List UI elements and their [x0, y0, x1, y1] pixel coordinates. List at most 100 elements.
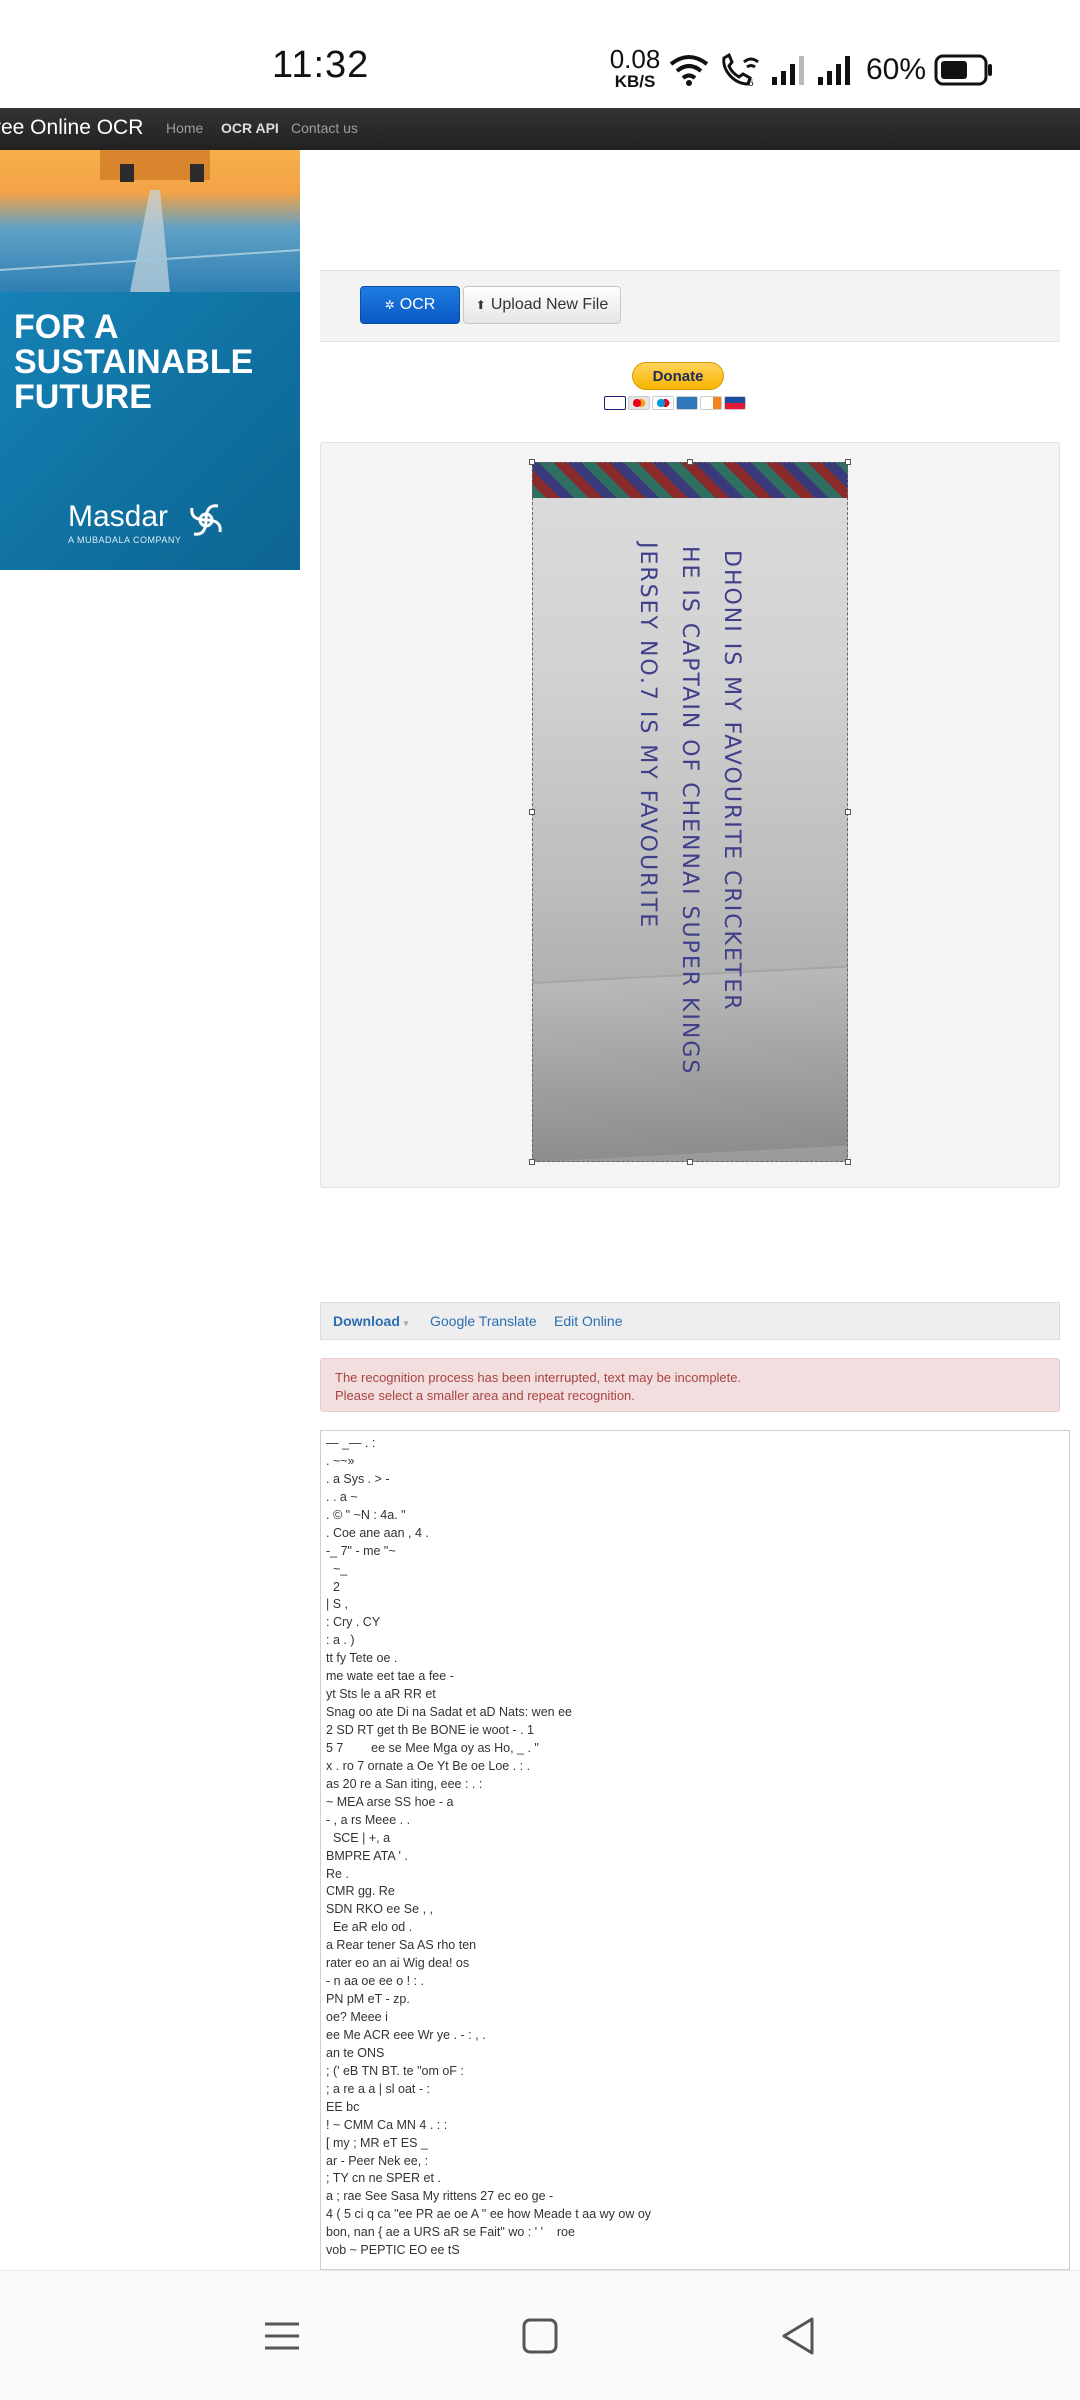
paypal-card-icon — [724, 396, 746, 410]
ocr-button[interactable]: ✲ OCR — [360, 286, 460, 324]
result-line: BMPRE ATA ' . — [326, 1848, 408, 1863]
result-line: rater eo an ai Wig dea! os — [326, 1956, 470, 1971]
network-speed: 0.08 KB/S — [600, 46, 670, 90]
crop-handle-n[interactable] — [687, 459, 693, 465]
result-line: ~ MEA arse SS hoe - a — [326, 1794, 454, 1809]
result-line: SDN RKO ee Se , , — [326, 1902, 433, 1917]
crop-handle-ne[interactable] — [845, 459, 851, 465]
result-line: EE bc — [326, 2099, 360, 2114]
upload-icon: ⬆ — [475, 298, 486, 312]
masdar-logo-icon — [190, 504, 222, 536]
crop-handle-w[interactable] — [529, 809, 535, 815]
result-line: bon, nan { ae a URS aR se Fait" wo : ' '… — [326, 2225, 575, 2240]
result-line: Ee aR elo od . — [326, 1920, 413, 1935]
result-line: x . ro 7 ornate a Oe Yt Be oe Loe . : . — [326, 1758, 531, 1773]
menu-icon[interactable] — [262, 2316, 302, 2356]
crop-handle-nw[interactable] — [529, 459, 535, 465]
status-bar: 11:32 0.08 KB/S 6 60% — [0, 0, 1080, 108]
result-line: . a Sys . > - — [326, 1471, 390, 1486]
network-speed-unit: KB/S — [614, 72, 656, 91]
upload-new-file-button[interactable]: ⬆ Upload New File — [463, 286, 621, 324]
result-line: ! ~ CMM Ca MN 4 . : : — [326, 2117, 448, 2132]
result-line: ; TY cn ne SPER et . — [326, 2171, 441, 2186]
edit-online-link[interactable]: Edit Online — [554, 1313, 622, 1329]
signal-1-icon — [772, 56, 804, 85]
system-nav-bar — [0, 2270, 1080, 2400]
crop-selection[interactable] — [532, 462, 848, 1162]
amex-icon — [676, 396, 698, 410]
crop-handle-s[interactable] — [687, 1159, 693, 1165]
back-icon[interactable] — [778, 2315, 818, 2357]
result-line: yt Sts le a aR RR et — [326, 1687, 436, 1702]
upload-button-label: Upload New File — [490, 296, 609, 313]
nav-link-contact[interactable]: Contact us — [291, 120, 358, 136]
result-line: Snag oo ate Di na Sadat et aD Nats: wen … — [326, 1705, 572, 1720]
crop-handle-sw[interactable] — [529, 1159, 535, 1165]
result-line: : Cry . CY — [326, 1615, 381, 1630]
result-line: PN pM eT - zp. — [326, 1992, 410, 2007]
result-line: tt fy Tete oe . — [326, 1651, 398, 1666]
result-line: ~_ — [326, 1561, 348, 1576]
maestro-icon — [652, 396, 674, 410]
result-line: ; a re a a | sl oat - : — [326, 2081, 430, 2096]
result-line: . ~~» — [326, 1453, 355, 1468]
result-line: vob ~ PEPTIC EO ee tS — [326, 2243, 460, 2258]
result-line: 4 ( 5 ci q ca "ee PR ae oe A " ee how Me… — [326, 2207, 652, 2222]
alert-line-2: Please select a smaller area and repeat … — [335, 1388, 635, 1403]
svg-text:6: 6 — [748, 79, 754, 88]
wifi-icon — [669, 55, 709, 86]
top-navbar: ree Online OCR Home OCR API Contact us — [0, 108, 1080, 150]
result-line: as 20 re a San iting, eee : . : — [326, 1776, 483, 1791]
result-line: an te ONS — [326, 2045, 385, 2060]
ad-subtitle: A MUBADALA COMPANY — [68, 535, 182, 545]
result-line: : a . ) — [326, 1633, 355, 1648]
donate-button[interactable]: Donate — [632, 362, 724, 390]
result-line: a Rear tener Sa AS rho ten — [326, 1938, 477, 1953]
nav-link-home[interactable]: Home — [166, 120, 203, 136]
ad-photo — [0, 150, 300, 292]
download-label: Download — [333, 1313, 400, 1329]
result-line: oe? Meee i — [326, 2010, 388, 2024]
nav-link-ocr-api[interactable]: OCR API — [221, 120, 279, 136]
result-line: ar - Peer Nek ee, : — [326, 2153, 429, 2168]
result-line: [ my ; MR eT ES _ — [326, 2135, 428, 2150]
google-translate-link[interactable]: Google Translate — [430, 1313, 537, 1329]
result-line: SCE | +, a — [326, 1830, 391, 1845]
ad-headline: FOR A SUSTAINABLE FUTURE — [14, 308, 254, 416]
result-line: Re . — [326, 1866, 349, 1881]
caret-down-icon: ▾ — [403, 1318, 409, 1328]
warning-alert: The recognition process has been interru… — [320, 1358, 1060, 1412]
result-line: . Coe ane aan , 4 . — [326, 1525, 429, 1540]
gear-icon: ✲ — [384, 298, 395, 312]
payment-cards — [604, 396, 746, 410]
network-speed-value: 0.08 — [609, 44, 661, 74]
ocr-button-label: OCR — [399, 296, 436, 313]
mastercard-icon — [628, 396, 650, 410]
ocr-result-textarea[interactable]: — _— . : . ~~» . a Sys . > - . . a ~ . © " ~… — [320, 1430, 1070, 2270]
battery-icon — [934, 54, 993, 86]
crop-handle-se[interactable] — [845, 1159, 851, 1165]
result-line: — _— . : — [326, 1436, 376, 1450]
site-brand[interactable]: ree Online OCR — [0, 116, 143, 140]
ocr-toolbar: ✲ OCR ⬆ Upload New File — [320, 270, 1060, 342]
result-line: | S , — [326, 1597, 349, 1612]
result-line: - n aa oe ee o ! : . — [326, 1974, 424, 1989]
ad-banner[interactable]: FOR A SUSTAINABLE FUTURE Masdar A MUBADA… — [0, 150, 300, 570]
result-line: . . a ~ — [326, 1489, 358, 1504]
result-toolbar: Download ▾ Google Translate Edit Online — [320, 1302, 1060, 1340]
status-icons: 6 60% — [668, 50, 994, 90]
result-line: 2 — [326, 1579, 340, 1594]
result-line: ; (' eB TN BT. te "om oF : — [326, 2063, 464, 2078]
result-line: -_ 7" - me "~ — [326, 1543, 396, 1558]
battery-percent: 60% — [866, 53, 927, 86]
result-line: - , a rs Meee . . — [326, 1812, 411, 1827]
result-line: . © " ~N : 4a. " — [326, 1507, 406, 1522]
signal-2-icon — [818, 56, 850, 85]
ad-brand: Masdar — [68, 500, 169, 533]
wifi-calling-icon: 6 — [722, 52, 759, 88]
crop-handle-e[interactable] — [845, 809, 851, 815]
result-line: 5 7 ee se Mee Mga oy as Ho, _ . " — [326, 1740, 539, 1755]
result-line: CMR gg. Re — [326, 1884, 395, 1899]
home-icon[interactable] — [520, 2316, 560, 2356]
download-dropdown[interactable]: Download ▾ — [333, 1313, 408, 1329]
